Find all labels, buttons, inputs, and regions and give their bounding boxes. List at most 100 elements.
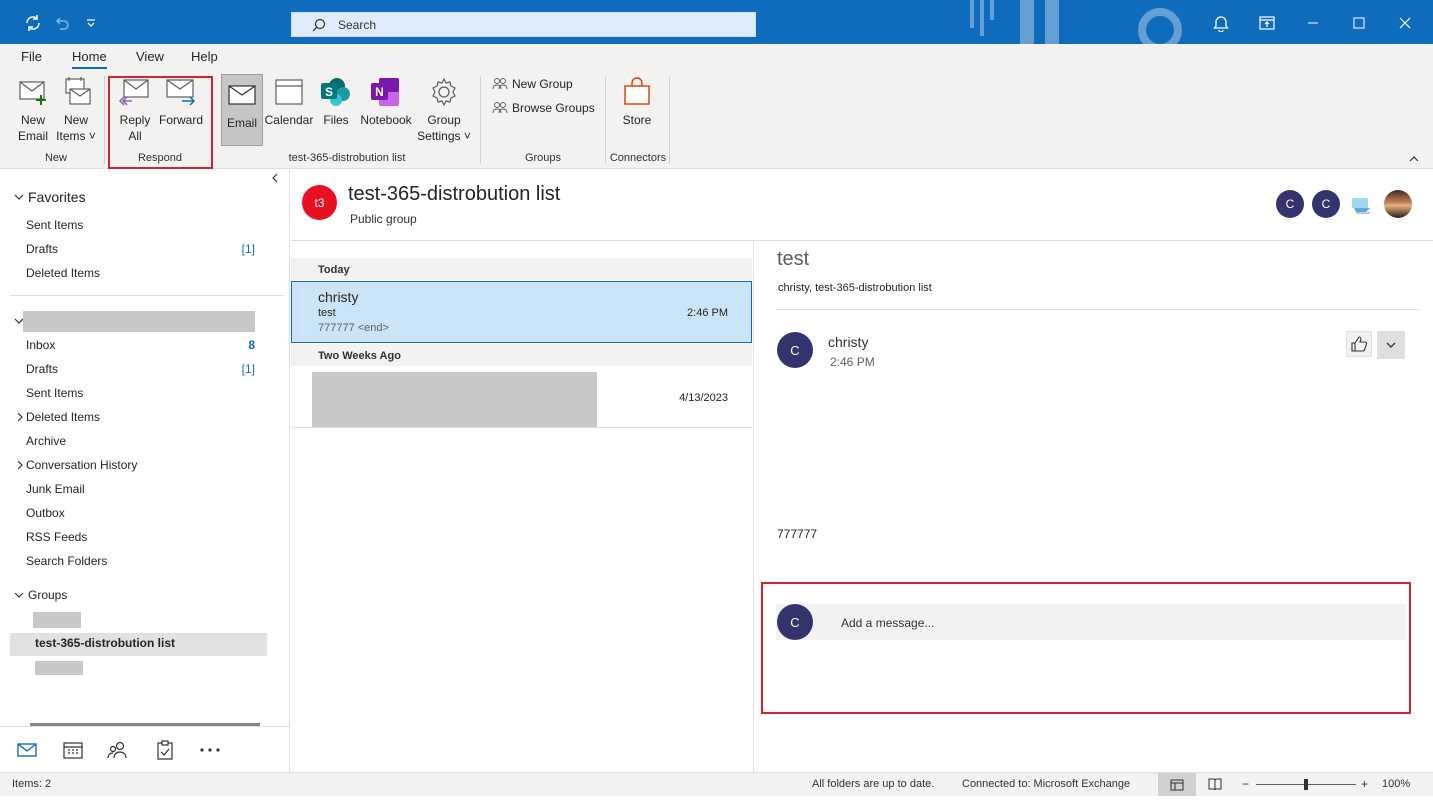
group-settings-button[interactable]: Group Settings ˅: [416, 76, 472, 144]
normal-view-icon: [1170, 779, 1184, 790]
email-button[interactable]: Email: [221, 74, 263, 146]
folder-inbox[interactable]: Inbox: [26, 338, 55, 352]
member-avatar-photo[interactable]: [1384, 190, 1412, 218]
collapse-folder-pane-icon[interactable]: [270, 172, 280, 184]
new-items-label-2: Items ˅: [56, 129, 96, 143]
redacted-mailbox-name: [23, 311, 255, 332]
zoom-in-icon[interactable]: +: [1361, 777, 1368, 791]
tab-help[interactable]: Help: [191, 49, 218, 64]
svg-text:N: N: [375, 85, 384, 99]
message-subject: test: [318, 307, 336, 319]
undo-icon[interactable]: [51, 12, 73, 34]
maximize-icon[interactable]: [1348, 12, 1370, 34]
search-box[interactable]: Search: [291, 12, 756, 37]
folder-search-folders[interactable]: Search Folders: [26, 554, 107, 568]
chevron-right-icon[interactable]: [16, 460, 24, 470]
chevron-down-icon: [14, 592, 24, 598]
message-row-selected[interactable]: christy test 777777 <end> 2:46 PM: [291, 281, 752, 343]
reading-pane: test christy, test-365-distrobution list…: [753, 241, 1433, 772]
folder-drafts[interactable]: Drafts: [26, 362, 58, 376]
favorite-deleted-items[interactable]: Deleted Items: [26, 266, 100, 280]
tab-home[interactable]: Home: [72, 49, 107, 69]
group-avatar: t3: [302, 185, 337, 220]
people-icon[interactable]: [107, 739, 129, 761]
status-item-count: Items: 2: [12, 778, 52, 790]
ribbon-separator: [480, 76, 481, 164]
ribbon-group-new-label: New: [44, 152, 67, 164]
ribbon: New Email New Items ˅ New Reply All Forw…: [0, 70, 1433, 169]
folder-junk-email[interactable]: Junk Email: [26, 482, 85, 496]
reading-divider: [776, 309, 1420, 310]
tab-file[interactable]: File: [21, 49, 42, 64]
group-subtitle: Public group: [350, 212, 417, 226]
new-items-button[interactable]: New Items ˅: [54, 76, 98, 144]
member-avatar[interactable]: C: [1312, 190, 1340, 218]
sender-avatar[interactable]: C: [777, 332, 813, 368]
sync-icon[interactable]: [22, 12, 44, 34]
collapse-ribbon-icon[interactable]: [1408, 154, 1420, 164]
message-row[interactable]: 4/13/2023: [291, 367, 752, 428]
mail-icon[interactable]: [16, 739, 38, 761]
groups-header[interactable]: Groups: [14, 588, 67, 602]
new-group-button[interactable]: New Group: [492, 77, 573, 91]
reading-view-icon[interactable]: [1208, 778, 1222, 790]
folder-rss-feeds[interactable]: RSS Feeds: [26, 530, 87, 544]
folder-deleted-items[interactable]: Deleted Items: [26, 410, 100, 424]
group-test-365-distrobution-list[interactable]: test-365-distrobution list: [35, 636, 175, 650]
store-button[interactable]: Store: [614, 76, 660, 128]
notebook-label: Notebook: [360, 113, 412, 127]
favorite-drafts[interactable]: Drafts: [26, 242, 58, 256]
sender-name[interactable]: christy: [828, 334, 868, 350]
new-email-icon: [16, 76, 50, 108]
favorite-sent-items[interactable]: Sent Items: [26, 218, 83, 232]
chevron-down-icon: [14, 194, 24, 200]
title-bar: Search: [0, 0, 1433, 44]
notifications-bell-icon[interactable]: [1210, 12, 1232, 34]
chevron-right-icon[interactable]: [16, 412, 24, 422]
new-email-button[interactable]: New Email: [14, 76, 52, 144]
customize-toolbar-icon[interactable]: [80, 12, 102, 34]
notebook-button[interactable]: N Notebook: [358, 76, 414, 128]
menu-bar: File Home View Help: [0, 44, 1433, 70]
normal-view-button[interactable]: [1158, 773, 1196, 796]
ribbon-display-options-icon[interactable]: [1256, 12, 1278, 34]
group-header: t3 test-365-distrobution list Public gro…: [291, 170, 1433, 241]
ribbon-separator: [104, 76, 105, 164]
new-email-label-2: Email: [17, 129, 48, 143]
calendar-button[interactable]: Calendar: [264, 76, 314, 128]
more-actions-button[interactable]: [1377, 331, 1405, 359]
zoom-out-icon[interactable]: −: [1242, 777, 1249, 791]
inbox-unread-count: 8: [248, 338, 255, 352]
folder-divider: [10, 295, 284, 296]
folder-outbox[interactable]: Outbox: [26, 506, 65, 520]
new-group-icon: [492, 78, 508, 90]
close-icon[interactable]: [1394, 12, 1416, 34]
files-button[interactable]: S Files: [318, 76, 354, 128]
tasks-icon[interactable]: [154, 739, 176, 761]
group-settings-label-2: Settings ˅: [417, 129, 471, 143]
like-button[interactable]: [1346, 331, 1372, 357]
tab-view[interactable]: View: [136, 49, 164, 64]
ribbon-separator: [669, 76, 670, 164]
new-group-label: New Group: [512, 77, 573, 91]
ribbon-group-list-label: test-365-distrobution list: [288, 152, 406, 164]
member-avatar[interactable]: C: [1276, 190, 1304, 218]
folder-archive[interactable]: Archive: [26, 434, 66, 448]
member-avatar-image[interactable]: [1348, 190, 1376, 218]
drafts-count: [1]: [241, 362, 255, 376]
browse-groups-button[interactable]: Browse Groups: [492, 101, 595, 115]
folder-conversation-history[interactable]: Conversation History: [26, 458, 137, 472]
status-sync: All folders are up to date.: [812, 778, 935, 790]
more-apps-icon[interactable]: [199, 739, 221, 761]
message-sender: christy: [318, 289, 359, 305]
search-icon: [312, 18, 326, 31]
minimize-icon[interactable]: [1302, 12, 1324, 34]
folder-sent-items[interactable]: Sent Items: [26, 386, 83, 400]
calendar-icon[interactable]: [62, 739, 84, 761]
message-time: 2:46 PM: [687, 307, 728, 319]
files-label: Files: [323, 113, 349, 127]
favorites-header[interactable]: Favorites: [14, 189, 86, 205]
zoom-slider-thumb[interactable]: [1304, 779, 1308, 790]
email-icon: [225, 79, 259, 111]
navigation-bar: [0, 726, 289, 772]
